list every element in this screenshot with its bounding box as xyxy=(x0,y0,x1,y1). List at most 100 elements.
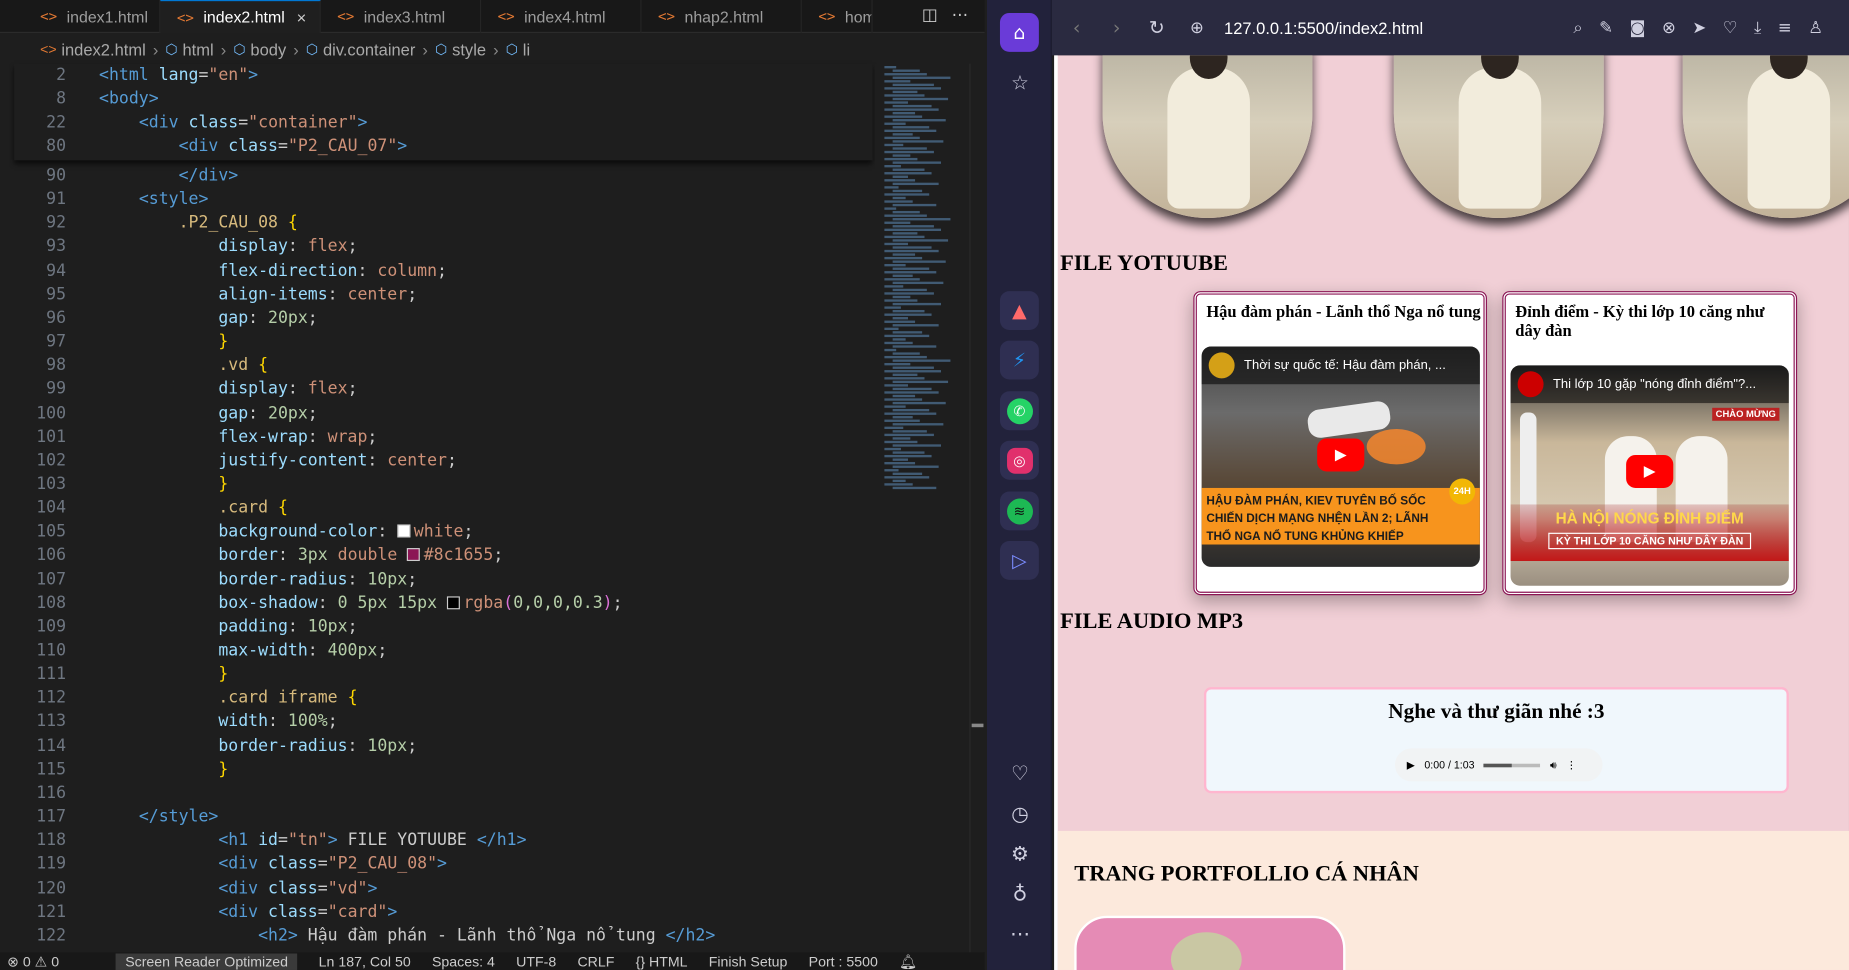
language-mode[interactable]: {} HTML xyxy=(636,953,688,970)
code-line[interactable]: } xyxy=(99,665,228,684)
editor-tab[interactable]: <> index4.html xyxy=(481,0,642,34)
send-icon[interactable]: ➤ xyxy=(1692,18,1706,37)
code-line[interactable]: <style> xyxy=(99,190,209,209)
code-line[interactable]: .vd { xyxy=(99,356,268,375)
play-icon[interactable]: ▶ xyxy=(1407,758,1415,771)
instagram-icon[interactable]: ◎ xyxy=(999,440,1039,480)
code-line[interactable]: gap: 20px; xyxy=(99,404,318,423)
play-button[interactable]: ▶ xyxy=(1317,438,1365,472)
camera-icon[interactable]: ◙ xyxy=(1630,18,1646,37)
more-icon[interactable]: ⋯ xyxy=(1003,918,1036,951)
code-line[interactable]: <div class="P2_CAU_08"> xyxy=(99,855,447,874)
more-actions-icon[interactable]: ⋯ xyxy=(952,6,969,25)
code-line[interactable]: <html lang="en"> xyxy=(99,66,258,85)
code-line[interactable]: } xyxy=(99,332,228,351)
code-line[interactable]: flex-wrap: wrap; xyxy=(99,427,377,446)
settings-icon[interactable]: ⚙ xyxy=(1003,838,1036,871)
editor-tab[interactable]: <> hom xyxy=(802,0,873,34)
end-of-line[interactable]: CRLF xyxy=(577,953,614,970)
code-line[interactable]: width: 100%; xyxy=(99,712,338,731)
edit-icon[interactable]: ✎ xyxy=(1599,18,1613,37)
audio-player[interactable]: ▶ 0:00 / 1:03 🔊︎ ⋮ xyxy=(1394,748,1603,782)
code-line[interactable]: max-width: 400px; xyxy=(99,641,387,660)
code-line[interactable]: flex-direction: column; xyxy=(99,261,447,280)
code-line[interactable]: display: flex; xyxy=(99,380,357,399)
minimap[interactable] xyxy=(874,63,970,960)
breadcrumb-item[interactable]: style xyxy=(452,40,486,59)
reload-icon[interactable]: ↻ xyxy=(1137,17,1177,39)
code-line[interactable]: align-items: center; xyxy=(99,285,417,304)
problems-indicator[interactable]: ⊗ 0 ⚠ 0 xyxy=(7,953,59,970)
editor-tab[interactable]: <> index3.html xyxy=(321,0,482,34)
code-line[interactable]: border: 3px double #8c1655; xyxy=(99,546,503,565)
close-tab-icon[interactable]: × xyxy=(297,8,307,27)
code-line[interactable]: display: flex; xyxy=(99,237,357,256)
adblock-icon[interactable]: ⊗ xyxy=(1662,18,1676,37)
encoding[interactable]: UTF-8 xyxy=(516,953,556,970)
volume-icon[interactable]: 🔊︎ xyxy=(1550,758,1557,771)
editor-tab[interactable]: <> nhap2.html xyxy=(641,0,802,34)
code-line[interactable]: } xyxy=(99,760,228,779)
download-icon[interactable]: ⤓ xyxy=(1754,18,1761,37)
code-line[interactable]: .P2_CAU_08 { xyxy=(99,214,298,233)
star-icon[interactable]: ☆ xyxy=(1003,67,1036,100)
forward-icon[interactable]: › xyxy=(1097,17,1137,39)
code-line[interactable]: <body> xyxy=(99,90,159,109)
spotify-icon[interactable]: ≋ xyxy=(999,491,1039,531)
code-line[interactable]: .card { xyxy=(99,499,288,518)
code-line[interactable]: <div class="vd"> xyxy=(99,879,377,898)
indentation[interactable]: Spaces: 4 xyxy=(432,953,495,970)
video-embed[interactable]: Thi lớp 10 gặp "nóng đỉnh điểm"?... CHÀO… xyxy=(1510,365,1789,586)
line-number: 93 xyxy=(46,237,67,257)
heart-icon[interactable]: ♡ xyxy=(1003,758,1036,791)
video-embed[interactable]: Thời sự quốc tế: Hậu đàm phán, ... ▶ HẬU… xyxy=(1201,346,1480,567)
home-icon[interactable]: ⌂ xyxy=(999,12,1039,52)
split-editor-icon[interactable]: ◫ xyxy=(922,6,938,25)
messenger-icon[interactable]: ⚡︎ xyxy=(999,340,1039,380)
audio-more-icon[interactable]: ⋮ xyxy=(1566,758,1577,771)
live-server-port[interactable]: Port : 5500 xyxy=(809,953,878,970)
code-line[interactable]: box-shadow: 0 5px 15px rgba(0,0,0,0.3); xyxy=(99,594,622,613)
cursor-position[interactable]: Ln 187, Col 50 xyxy=(319,953,411,970)
editor-tab[interactable]: <> index1.html xyxy=(0,0,161,34)
address-bar[interactable]: 127.0.0.1:5500/index2.html xyxy=(1224,18,1423,37)
code-line[interactable]: background-color: white; xyxy=(99,522,473,541)
breadcrumb-item[interactable]: body xyxy=(250,40,286,59)
finish-setup[interactable]: Finish Setup xyxy=(709,953,788,970)
breadcrumb-item[interactable]: li xyxy=(523,40,530,59)
code-line[interactable]: <h1 id="tn"> FILE YOTUUBE </h1> xyxy=(99,831,526,850)
player-icon[interactable]: ▷ xyxy=(999,540,1039,580)
breadcrumb-item[interactable]: index2.html xyxy=(61,40,145,59)
search-icon[interactable]: ⌕ xyxy=(1573,18,1582,37)
code-line[interactable]: <div class="card"> xyxy=(99,902,397,921)
code-line[interactable]: </div> xyxy=(99,166,239,185)
code-line[interactable]: .card iframe { xyxy=(99,689,357,708)
code-line[interactable]: border-radius: 10px; xyxy=(99,736,417,755)
site-info-icon[interactable]: ⊕ xyxy=(1177,18,1217,37)
menu-icon[interactable]: ≡ xyxy=(1778,18,1792,37)
code-line[interactable]: justify-content: center; xyxy=(99,451,457,470)
back-icon[interactable]: ‹ xyxy=(1057,17,1097,39)
vertical-scrollbar[interactable] xyxy=(969,63,984,960)
code-line[interactable]: } xyxy=(99,475,228,494)
code-line[interactable]: <div class="container"> xyxy=(99,113,368,132)
editor-tab[interactable]: <> index2.html × xyxy=(160,0,321,34)
breadcrumb-item[interactable]: div.container xyxy=(323,40,415,59)
code-line[interactable]: padding: 10px; xyxy=(99,617,357,636)
code-line[interactable]: </style> xyxy=(99,807,219,826)
whatsapp-icon[interactable]: ✆ xyxy=(999,391,1039,431)
code-line[interactable]: <h2> Hậu đàm phán - Lãnh thổ Nga nổ tung… xyxy=(99,926,715,945)
play-button[interactable]: ▶ xyxy=(1626,454,1674,488)
audio-seek-bar[interactable] xyxy=(1483,763,1541,767)
profile-icon[interactable]: ♙ xyxy=(1808,18,1823,37)
breadcrumb-item[interactable]: html xyxy=(182,40,213,59)
history-icon[interactable]: ◷ xyxy=(1003,798,1036,831)
favorite-icon[interactable]: ♡ xyxy=(1723,18,1738,37)
tips-icon[interactable]: ♁ xyxy=(1003,878,1036,911)
screen-reader-mode[interactable]: Screen Reader Optimized xyxy=(115,952,298,970)
aria-ai-icon[interactable]: ▲ xyxy=(999,291,1039,331)
bell-icon[interactable]: 🔔︎ xyxy=(899,953,917,970)
code-line[interactable]: border-radius: 10px; xyxy=(99,570,417,589)
code-line[interactable]: gap: 20px; xyxy=(99,309,318,328)
code-line[interactable]: <div class="P2_CAU_07"> xyxy=(99,137,408,156)
